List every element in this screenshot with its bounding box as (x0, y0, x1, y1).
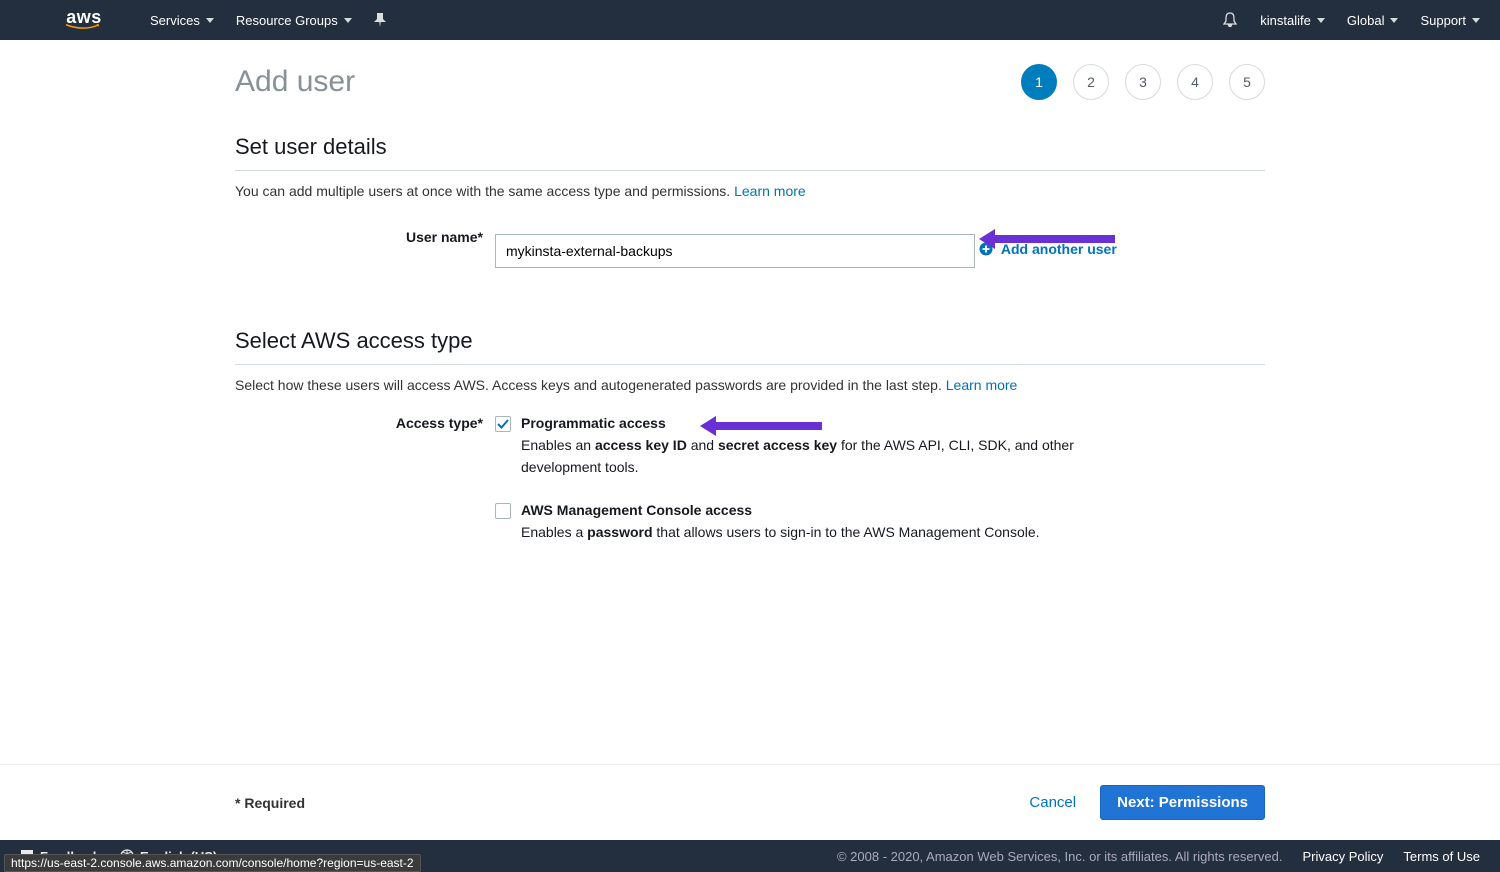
terms-link[interactable]: Terms of Use (1403, 849, 1480, 864)
section-desc-access: Select how these users will access AWS. … (235, 377, 1265, 393)
username-input[interactable] (495, 234, 975, 268)
learn-more-details-link[interactable]: Learn more (734, 183, 806, 199)
nav-services-label: Services (150, 13, 200, 28)
copyright: © 2008 - 2020, Amazon Web Services, Inc.… (837, 849, 1283, 864)
aws-smile-icon (60, 24, 108, 30)
caret-down-icon (1317, 18, 1325, 23)
add-another-user-label: Add another user (1001, 241, 1117, 257)
page-head: Add user 1 2 3 4 5 (235, 64, 1265, 100)
nav-resource-groups[interactable]: Resource Groups (236, 13, 352, 28)
section-title-access: Select AWS access type (235, 328, 1265, 354)
step-5[interactable]: 5 (1229, 64, 1265, 100)
nav-resource-groups-label: Resource Groups (236, 13, 338, 28)
section-access: Select AWS access type Select how these … (235, 328, 1265, 544)
caret-down-icon (206, 18, 214, 23)
section-title-details: Set user details (235, 134, 1265, 160)
stepper: 1 2 3 4 5 (1021, 64, 1265, 100)
step-2[interactable]: 2 (1073, 64, 1109, 100)
step-3[interactable]: 3 (1125, 64, 1161, 100)
console-access-title: AWS Management Console access (521, 502, 1141, 518)
aws-logo[interactable]: aws (60, 10, 108, 30)
cancel-button[interactable]: Cancel (1029, 794, 1076, 811)
nav-account[interactable]: kinstalife (1260, 13, 1325, 28)
programmatic-access-title: Programmatic access (521, 415, 1141, 431)
required-note: * Required (235, 795, 305, 811)
top-nav: aws Services Resource Groups (0, 0, 1500, 40)
nav-services[interactable]: Services (150, 13, 214, 28)
access-type-console-row: AWS Management Console access Enables a … (235, 502, 1265, 544)
nav-support-label: Support (1420, 13, 1466, 28)
pin-icon[interactable] (374, 13, 386, 27)
nav-support[interactable]: Support (1420, 13, 1480, 28)
console-access-checkbox[interactable] (495, 503, 511, 519)
nav-right: kinstalife Global Support (1222, 12, 1480, 28)
nav-account-label: kinstalife (1260, 13, 1311, 28)
programmatic-access-checkbox[interactable] (495, 416, 511, 432)
annotation-arrow-username (995, 235, 1115, 243)
console-access-desc: Enables a password that allows users to … (521, 522, 1141, 544)
caret-down-icon (1472, 18, 1480, 23)
privacy-link[interactable]: Privacy Policy (1303, 849, 1384, 864)
page-title: Add user (235, 65, 355, 99)
access-desc-text: Select how these users will access AWS. … (235, 377, 946, 393)
caret-down-icon (344, 18, 352, 23)
next-permissions-button[interactable]: Next: Permissions (1100, 785, 1265, 820)
details-desc-text: You can add multiple users at once with … (235, 183, 734, 199)
annotation-arrow-access (716, 422, 822, 430)
action-bar: * Required Cancel Next: Permissions (0, 764, 1500, 840)
status-bar-url: https://us-east-2.console.aws.amazon.com… (4, 854, 421, 872)
check-icon (497, 418, 509, 430)
username-row: User name* Add another user (235, 221, 1265, 268)
access-type-programmatic-row: Access type* Programmatic access Enables… (235, 415, 1265, 478)
step-4[interactable]: 4 (1177, 64, 1213, 100)
section-rule (235, 364, 1265, 365)
nav-region[interactable]: Global (1347, 13, 1399, 28)
learn-more-access-link[interactable]: Learn more (946, 377, 1018, 393)
caret-down-icon (1390, 18, 1398, 23)
username-field: Add another user (495, 221, 1265, 268)
nav-left: aws Services Resource Groups (20, 10, 386, 30)
add-another-user-link[interactable]: Add another user (979, 241, 1117, 257)
section-desc-details: You can add multiple users at once with … (235, 183, 1265, 199)
access-type-label: Access type* (235, 415, 495, 431)
step-1[interactable]: 1 (1021, 64, 1057, 100)
footer: Feedback English (US) © 2008 - 2020, Ama… (0, 840, 1500, 872)
username-label: User name* (235, 221, 495, 245)
section-rule (235, 170, 1265, 171)
nav-region-label: Global (1347, 13, 1385, 28)
page: Add user 1 2 3 4 5 Set user details You … (0, 40, 1500, 764)
content: Add user 1 2 3 4 5 Set user details You … (235, 64, 1265, 764)
notifications-icon[interactable] (1222, 12, 1238, 28)
programmatic-access-desc: Enables an access key ID and secret acce… (521, 435, 1141, 478)
